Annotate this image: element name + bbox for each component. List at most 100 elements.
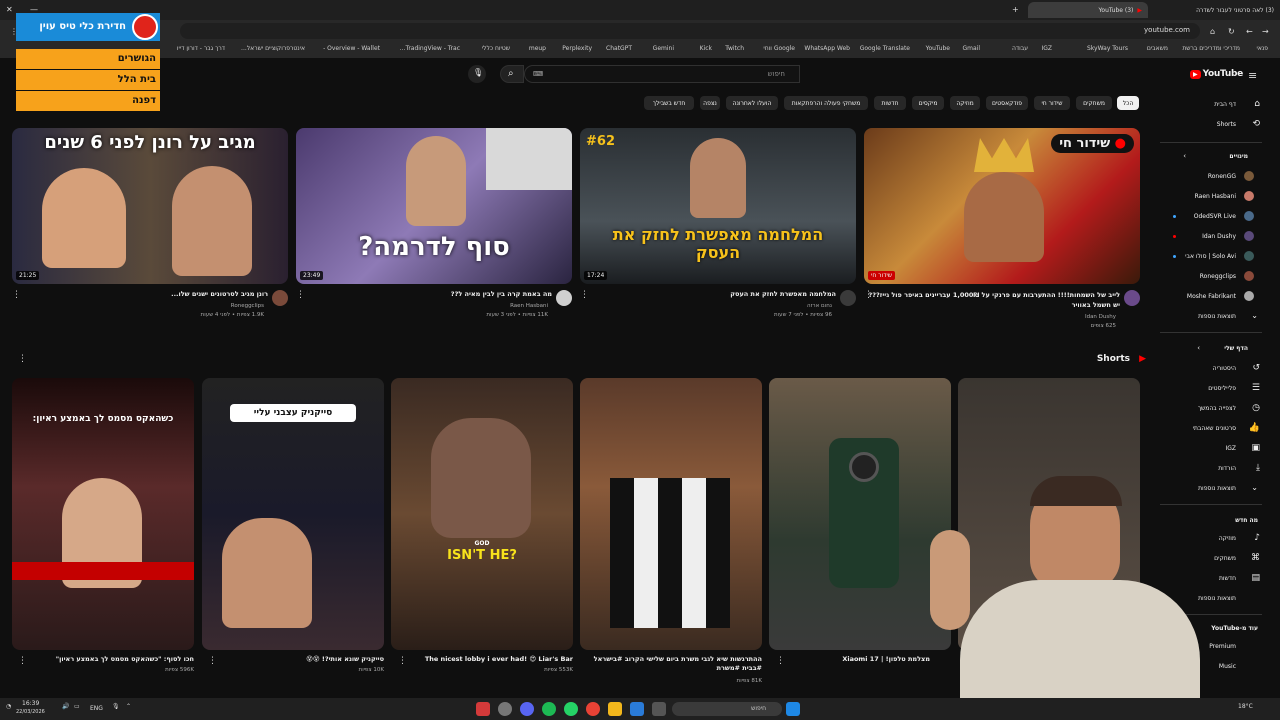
bookmark[interactable]: שטיוח כללי: [482, 45, 510, 52]
new-tab-icon[interactable]: +: [1012, 5, 1019, 14]
more-options-icon[interactable]: ⋮: [580, 290, 589, 300]
sidebar-item[interactable]: הורדות: [1218, 465, 1236, 472]
video-thumbnail[interactable]: #62 המלחמה מאפשרת לחזק את העסק 17:24: [580, 128, 856, 284]
search-input[interactable]: חיפוש ⌨: [524, 65, 800, 83]
more-options-icon[interactable]: ⋮: [864, 290, 873, 300]
sidebar-item[interactable]: Music: [1219, 663, 1236, 670]
more-options-icon[interactable]: ⋮: [18, 656, 27, 666]
tab-youtube[interactable]: ▶ (3) YouTube: [1028, 2, 1148, 18]
tab-background[interactable]: (3) לאה סרטוני לעבור לשדרה: [1160, 2, 1280, 18]
more-options-icon[interactable]: ⋮: [776, 656, 785, 666]
sidebar-sub[interactable]: OdedSVR Live: [1194, 213, 1236, 220]
bookmark[interactable]: Gemini: [653, 45, 674, 52]
bookmark[interactable]: אינטרפרוקוציים ישראל...: [241, 45, 305, 52]
sidebar-sub[interactable]: Raen Hasbani: [1195, 193, 1236, 200]
bookmark[interactable]: TradingView - Trac...: [400, 45, 460, 52]
youtube-logo[interactable]: ▶ YouTube: [1190, 68, 1243, 80]
search-button[interactable]: ⌕: [500, 65, 524, 83]
bookmark[interactable]: meup: [529, 45, 546, 52]
chevron-up-icon[interactable]: ⌃: [126, 703, 131, 710]
sidebar-item[interactable]: פלייליסטים: [1208, 385, 1236, 392]
bookmark[interactable]: Overview - Wallet -: [323, 45, 380, 52]
forward-icon[interactable]: ←: [1246, 27, 1253, 36]
back-icon[interactable]: →: [1262, 27, 1269, 36]
url-field[interactable]: youtube.com: [180, 23, 1200, 39]
video-thumbnail[interactable]: ● שידור חי שידור חי: [864, 128, 1140, 284]
app-icon[interactable]: [652, 702, 666, 716]
notification-icon[interactable]: ◔: [6, 703, 11, 710]
hamburger-menu-icon[interactable]: ≡: [1248, 69, 1257, 82]
close-window-icon[interactable]: ✕: [6, 5, 13, 14]
chip[interactable]: נצפה: [700, 96, 720, 110]
sidebar-sub[interactable]: RonenGG: [1208, 173, 1236, 180]
bookmark[interactable]: ChatGPT: [606, 45, 632, 52]
voice-search-button[interactable]: 🎙: [468, 65, 486, 83]
bookmark[interactable]: Perplexity: [562, 45, 592, 52]
chip[interactable]: שידור חי: [1034, 96, 1070, 110]
more-options-icon[interactable]: ⋮: [296, 290, 305, 300]
channel-avatar[interactable]: [272, 290, 288, 306]
more-options-icon[interactable]: ⋮: [398, 656, 407, 666]
bookmark[interactable]: Kick: [700, 45, 712, 52]
video-thumbnail[interactable]: סוף לדרמה? 23:49: [296, 128, 572, 284]
bookmark[interactable]: WhatsApp Web: [804, 45, 850, 52]
bookmark[interactable]: Gmail: [962, 45, 980, 52]
bookmark[interactable]: משאבים: [1147, 45, 1168, 52]
chip[interactable]: מיקסים: [912, 96, 944, 110]
more-options-icon[interactable]: ⋮: [12, 290, 21, 300]
chip[interactable]: חדשות: [874, 96, 906, 110]
sidebar-section-you[interactable]: הדף שלי: [1224, 345, 1248, 352]
bookmark[interactable]: דרך גבר - דורון דייו: [177, 45, 225, 52]
short-thumbnail[interactable]: GOD ISN'T HE?: [391, 378, 573, 650]
sidebar-item[interactable]: היסטוריה: [1213, 365, 1236, 372]
file-explorer-icon[interactable]: [608, 702, 622, 716]
bookmark[interactable]: פנאי: [1256, 45, 1268, 52]
more-options-icon[interactable]: ⋮: [18, 354, 27, 364]
taskbar-search[interactable]: חיפוש: [672, 702, 782, 716]
channel-avatar[interactable]: [840, 290, 856, 306]
chrome-icon[interactable]: [586, 702, 600, 716]
network-icon[interactable]: ▭: [74, 703, 80, 710]
bookmark[interactable]: Twitch: [725, 45, 744, 52]
reload-icon[interactable]: ↻: [1228, 27, 1235, 36]
sidebar-item[interactable]: מוזיקה: [1219, 535, 1236, 542]
volume-icon[interactable]: 🔊: [62, 703, 69, 710]
sidebar-sub[interactable]: Roneggclips: [1200, 273, 1236, 280]
chip[interactable]: הועלו לאחרונה: [726, 96, 778, 110]
sidebar-item[interactable]: IGZ: [1225, 445, 1236, 452]
short-thumbnail[interactable]: כשהאקס מסמס לך באמצע ראיון:: [12, 378, 194, 650]
bookmark[interactable]: IGZ: [1041, 45, 1052, 52]
sidebar-sub[interactable]: Moshe Fabrikant: [1187, 293, 1236, 300]
discord-icon[interactable]: [520, 702, 534, 716]
sidebar-sub[interactable]: Solo Avi | סולו אבי: [1185, 253, 1236, 260]
bookmark[interactable]: עבודה: [1012, 45, 1028, 52]
sidebar-section-subs[interactable]: מינויים: [1229, 153, 1248, 160]
chip[interactable]: משחקים: [1076, 96, 1112, 110]
chip[interactable]: משחקי פעולה והרפתקאות: [784, 96, 868, 110]
bookmark[interactable]: YouTube: [926, 45, 950, 52]
video-thumbnail[interactable]: מגיב על רונן לפני 6 שנים 21:25: [12, 128, 288, 284]
sidebar-item[interactable]: סרטונים שאהבתי: [1193, 425, 1236, 432]
sidebar-item-home[interactable]: דף הבית: [1214, 101, 1236, 108]
sidebar-sub[interactable]: Idan Dushy: [1202, 233, 1236, 240]
sidebar-item-shorts[interactable]: Shorts: [1217, 121, 1236, 128]
sidebar-item[interactable]: חדשות: [1219, 575, 1236, 582]
spotify-icon[interactable]: [542, 702, 556, 716]
home-icon[interactable]: ⌂: [1210, 27, 1215, 36]
sidebar-item[interactable]: לצפייה בהמשך: [1198, 405, 1236, 412]
sidebar-more[interactable]: תוצאות נוספות: [1198, 313, 1236, 320]
more-options-icon[interactable]: ⋮: [208, 656, 217, 666]
keyboard-icon[interactable]: ⌨: [533, 70, 543, 78]
channel-avatar[interactable]: [1124, 290, 1140, 306]
app-icon[interactable]: [630, 702, 644, 716]
app-icon[interactable]: [476, 702, 490, 716]
chip[interactable]: חדש בשבילך: [644, 96, 694, 110]
windows-start-icon[interactable]: [786, 702, 800, 716]
short-thumbnail[interactable]: סייקניק עצבני עליי: [202, 378, 384, 650]
whatsapp-icon[interactable]: [564, 702, 578, 716]
app-icon[interactable]: [498, 702, 512, 716]
short-thumbnail[interactable]: [580, 378, 762, 650]
chip[interactable]: מוזיקה: [950, 96, 980, 110]
bookmark[interactable]: מדריכי ומדריכים ברשת: [1182, 45, 1240, 52]
bookmark[interactable]: Google ווחי: [763, 45, 795, 52]
